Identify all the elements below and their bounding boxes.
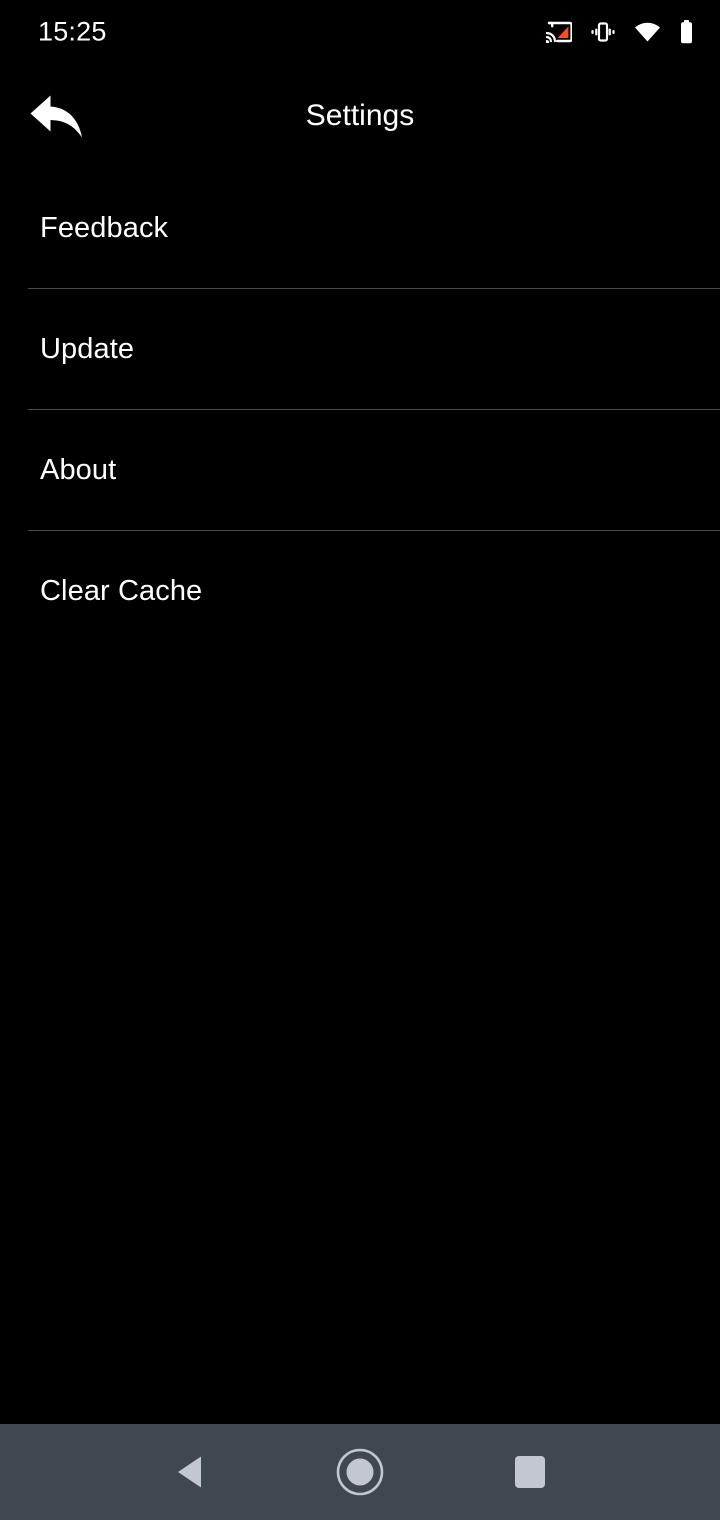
square-recents-icon bbox=[512, 1453, 548, 1491]
status-bar: 15:25 bbox=[0, 0, 720, 64]
cast-icon bbox=[546, 21, 572, 43]
triangle-back-icon bbox=[172, 1452, 208, 1492]
settings-item-label: Update bbox=[40, 333, 135, 365]
phone-screen: 15:25 Settings Feedback Update About Cle… bbox=[0, 0, 720, 1520]
settings-item-clear-cache[interactable]: Clear Cache bbox=[0, 531, 720, 652]
app-bar: Settings bbox=[0, 64, 720, 168]
settings-item-update[interactable]: Update bbox=[0, 289, 720, 410]
settings-item-label: Feedback bbox=[40, 212, 169, 244]
settings-list: Feedback Update About Clear Cache bbox=[0, 168, 720, 652]
nav-recents-button[interactable] bbox=[480, 1424, 580, 1520]
nav-home-button[interactable] bbox=[310, 1424, 410, 1520]
wifi-icon bbox=[634, 21, 661, 43]
status-bar-clock: 15:25 bbox=[38, 16, 107, 47]
settings-item-label: About bbox=[40, 454, 117, 486]
status-bar-icons bbox=[546, 20, 694, 44]
vibrate-icon bbox=[590, 21, 616, 43]
settings-item-feedback[interactable]: Feedback bbox=[0, 168, 720, 289]
nav-back-button[interactable] bbox=[140, 1424, 240, 1520]
settings-item-about[interactable]: About bbox=[0, 410, 720, 531]
settings-item-label: Clear Cache bbox=[40, 575, 203, 607]
page-title: Settings bbox=[305, 99, 415, 132]
system-navigation-bar bbox=[0, 1424, 720, 1520]
circle-home-icon bbox=[334, 1446, 386, 1498]
battery-icon bbox=[679, 20, 694, 44]
